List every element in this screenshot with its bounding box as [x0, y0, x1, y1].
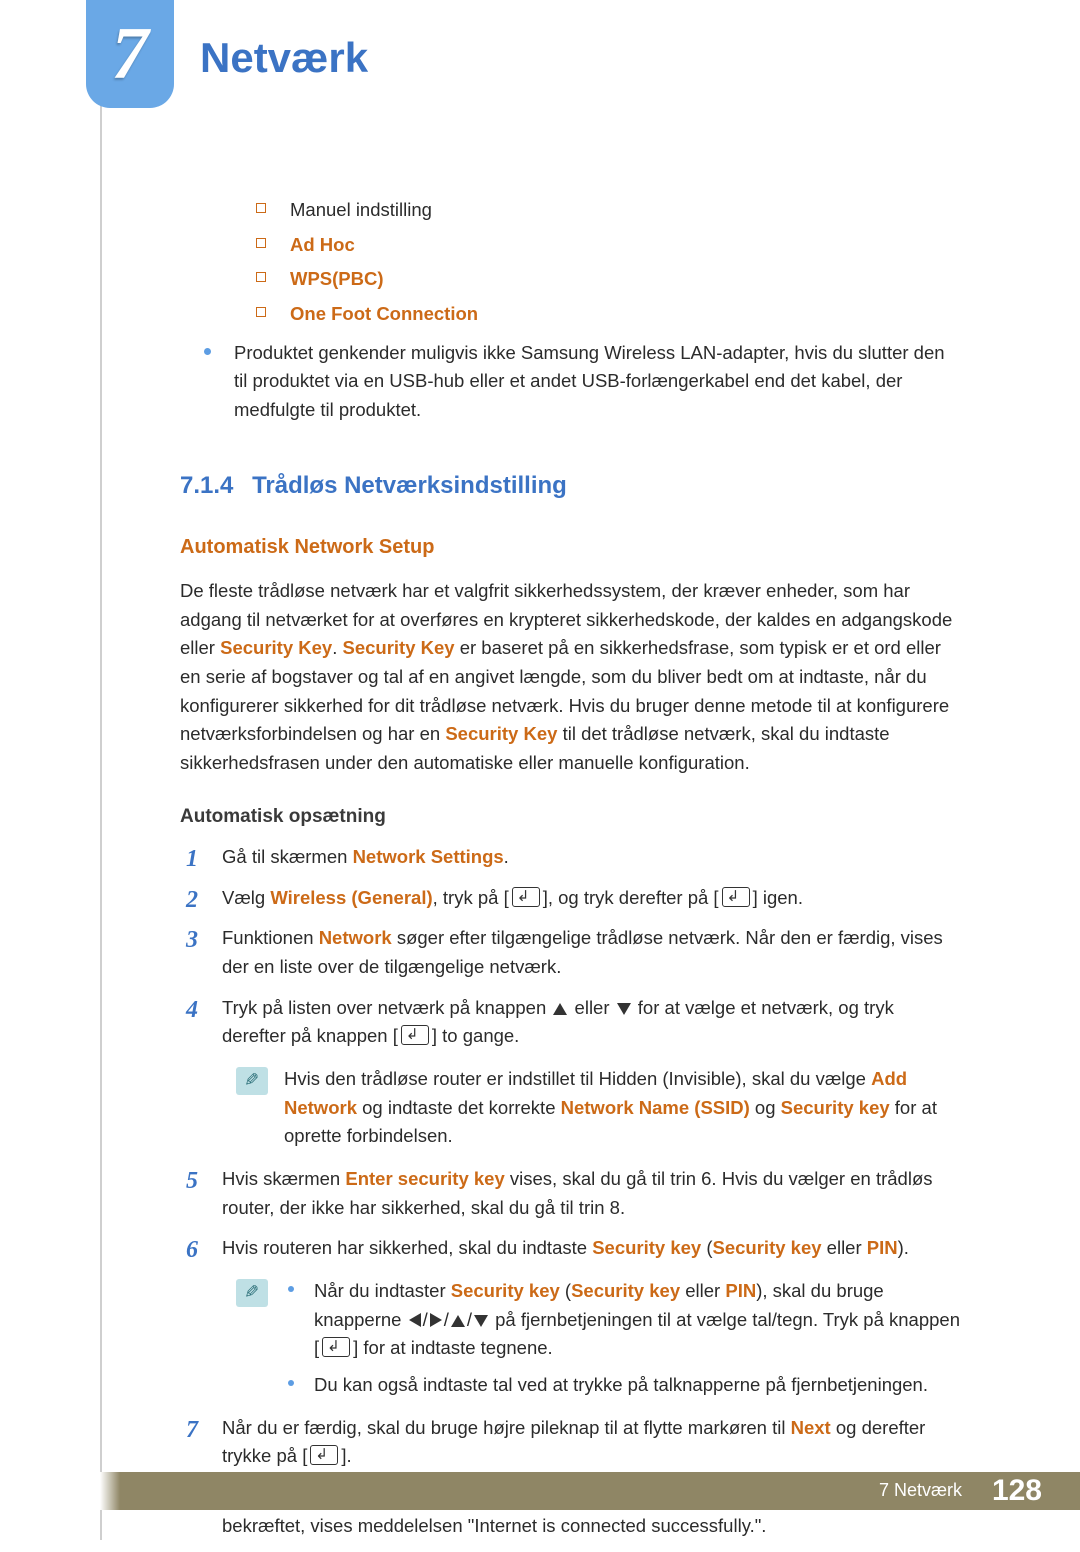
note-icon	[236, 1279, 268, 1307]
triangle-left-icon	[409, 1313, 421, 1327]
triangle-down-icon	[617, 1003, 631, 1015]
list-item-label: Manuel indstilling	[290, 199, 432, 220]
bullet-list-options: Manuel indstilling Ad Hoc WPS(PBC) One F…	[180, 196, 960, 329]
enter-icon	[310, 1445, 338, 1465]
paragraph-text: Produktet genkender muligvis ikke Samsun…	[234, 342, 945, 420]
chapter-badge: 7	[86, 0, 174, 108]
list-item-label: One Foot Connection	[290, 303, 478, 324]
section-heading: 7.1.4 Trådløs Netværksindstilling	[180, 467, 960, 504]
list-item-label: WPS(PBC)	[290, 268, 384, 289]
triangle-up-icon	[553, 1003, 567, 1015]
section-title: Trådløs Netværksindstilling	[252, 472, 567, 499]
footer-text: 7 Netværk	[879, 1480, 962, 1501]
section-number: 7.1.4	[180, 472, 233, 499]
intro-paragraph: De fleste trådløse netværk har et valgfr…	[180, 577, 960, 778]
enter-icon	[512, 887, 540, 907]
chapter-title: Netværk	[200, 34, 368, 82]
chapter-header: 7 Netværk	[0, 0, 1080, 130]
page-footer: 7 Netværk 128	[0, 1472, 1080, 1520]
enter-icon	[322, 1337, 350, 1357]
enter-icon	[722, 887, 750, 907]
subheading: Automatisk Network Setup	[180, 532, 960, 563]
note-icon	[236, 1067, 268, 1095]
ordered-steps: Gå til skærmen Network Settings. Vælg Wi…	[180, 843, 960, 1540]
triangle-down-icon	[474, 1315, 488, 1327]
list-item-label: Ad Hoc	[290, 234, 355, 255]
triangle-right-icon	[430, 1313, 442, 1327]
enter-icon	[401, 1025, 429, 1045]
triangle-up-icon	[451, 1315, 465, 1327]
note-block: Når du indtaster Security key (Security …	[222, 1277, 960, 1400]
chapter-number: 7	[112, 12, 149, 97]
content-area: Manuel indstilling Ad Hoc WPS(PBC) One F…	[0, 130, 1080, 1540]
footer-page-number: 128	[992, 1474, 1042, 1508]
note-paragraph: Produktet genkender muligvis ikke Samsun…	[180, 339, 960, 425]
note-block: Hvis den trådløse router er indstillet t…	[222, 1065, 960, 1151]
subheading-2: Automatisk opsætning	[180, 802, 960, 831]
